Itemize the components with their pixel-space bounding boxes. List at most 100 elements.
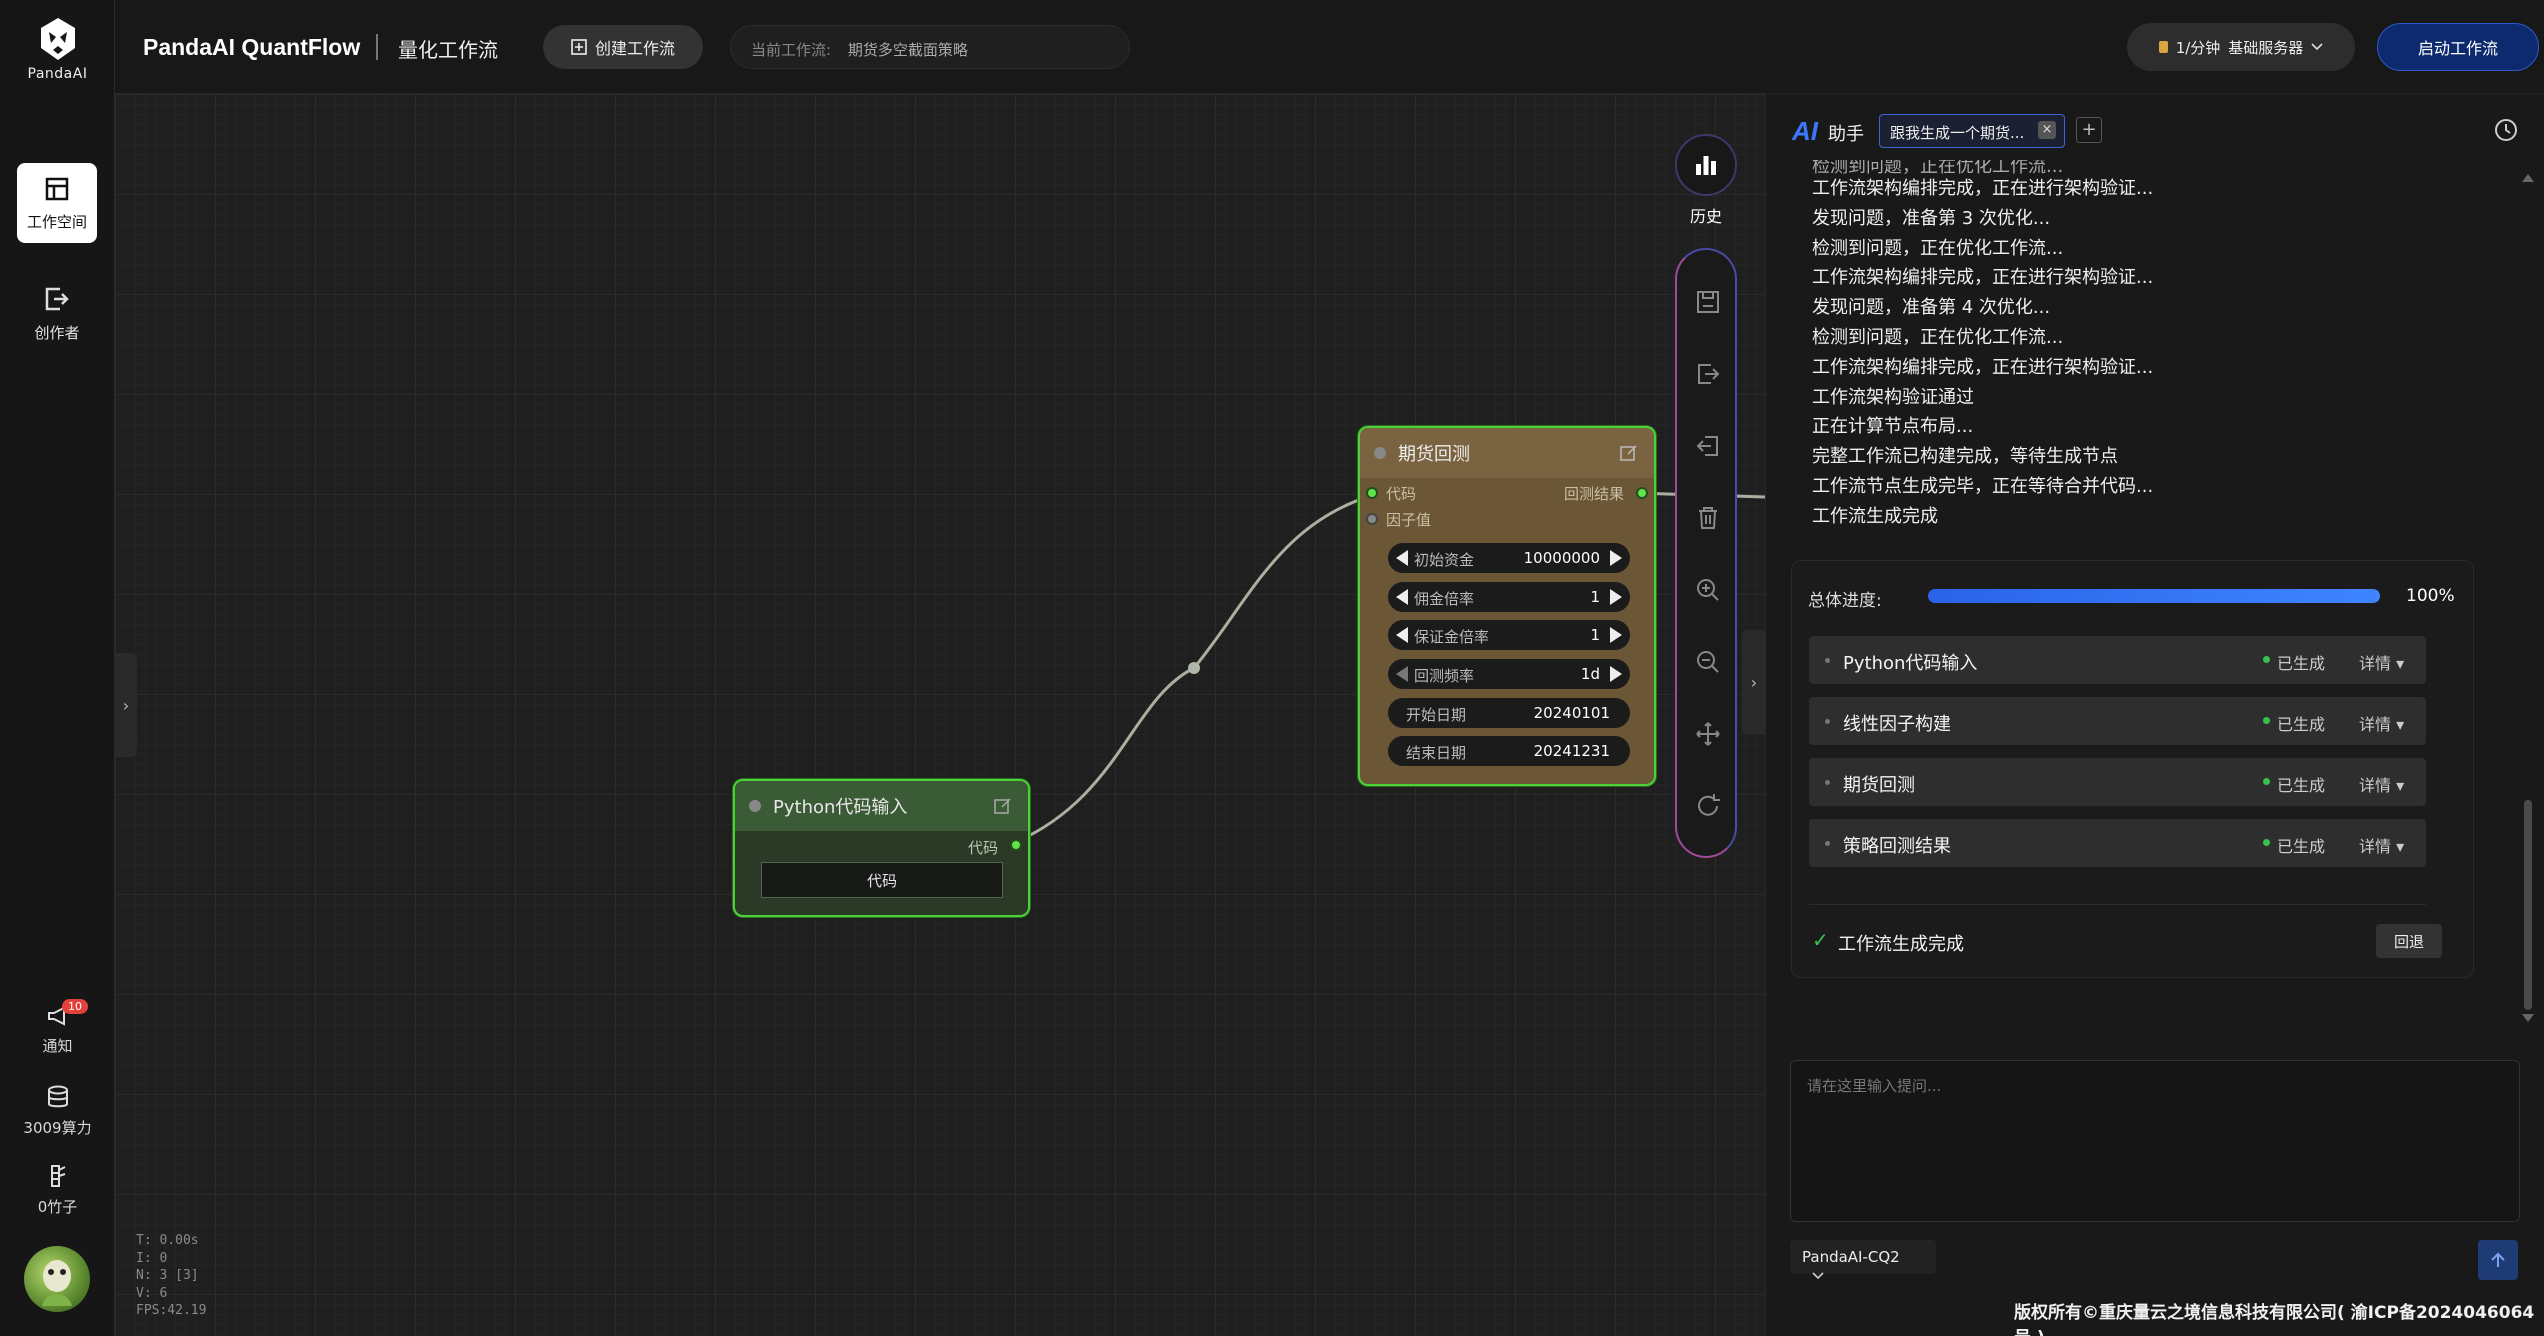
start-workflow-button[interactable]: 启动工作流 <box>2377 23 2539 71</box>
param-label: 佣金倍率 <box>1414 590 1475 608</box>
node-python-code-input[interactable]: Python代码输入 代码 代码 <box>733 779 1030 917</box>
progress-step[interactable]: Python代码输入 已生成 详情 ▾ <box>1809 636 2426 684</box>
log-line: 发现问题，准备第 3 次优化... <box>1812 207 2051 229</box>
history-label: 历史 <box>1689 207 1722 226</box>
node-futures-backtest[interactable]: 期货回测 代码 因子值 回测结果 初始资金 10000000 佣金倍率 1 保证… <box>1358 426 1656 786</box>
param-value: 1d <box>1580 665 1600 683</box>
chevron-down-icon <box>1812 1272 1824 1280</box>
ai-question-input[interactable] <box>1790 1060 2520 1222</box>
step-detail-toggle[interactable]: 详情 ▾ <box>2359 650 2404 674</box>
ai-logo: AI <box>1792 116 1818 146</box>
scrollbar-thumb[interactable] <box>2524 800 2532 1010</box>
step-name: 策略回测结果 <box>1843 836 1951 857</box>
model-name: PandaAI-CQ2 <box>1802 1248 1900 1266</box>
increment-arrow-icon[interactable] <box>1610 627 1622 643</box>
node-header[interactable]: Python代码输入 <box>735 781 1028 831</box>
progress-step[interactable]: 期货回测 已生成 详情 ▾ <box>1809 758 2426 806</box>
stat-time: T: 0.00s <box>136 1233 199 1248</box>
input-label-code: 代码 <box>1386 485 1417 503</box>
refresh-icon[interactable] <box>1694 792 1722 820</box>
edge-midpoint-handle[interactable] <box>1188 662 1200 674</box>
save-icon[interactable] <box>1694 288 1722 316</box>
input-port-code[interactable] <box>1366 487 1378 499</box>
increment-arrow-icon[interactable] <box>1610 589 1622 605</box>
param-initial-capital[interactable]: 初始资金 10000000 <box>1388 543 1630 573</box>
scroll-up-icon[interactable] <box>2522 174 2534 182</box>
log-line: 工作流节点生成完毕，正在等待合并代码... <box>1812 475 2154 497</box>
param-label: 结束日期 <box>1406 744 1467 762</box>
log-line: 工作流架构验证通过 <box>1812 386 1974 408</box>
right-panel-toggle[interactable]: › <box>1742 630 1766 734</box>
arrow-up-icon <box>2491 1252 2505 1267</box>
clock-history-icon[interactable] <box>2494 118 2518 142</box>
progress-divider <box>1809 904 2426 905</box>
param-end-date[interactable]: 结束日期 20241231 <box>1388 736 1630 766</box>
add-tab-button[interactable]: + <box>2076 117 2102 143</box>
close-icon[interactable]: × <box>2038 121 2056 139</box>
decrement-arrow-icon[interactable] <box>1396 627 1408 643</box>
zoom-in-icon[interactable] <box>1694 576 1722 604</box>
param-margin-multiplier[interactable]: 保证金倍率 1 <box>1388 620 1630 650</box>
step-detail-toggle[interactable]: 详情 ▾ <box>2359 833 2404 857</box>
decrement-arrow-icon[interactable] <box>1396 589 1408 605</box>
stat-v: V: 6 <box>136 1285 168 1301</box>
app-root: PandaAI 工作空间 创作者 10 通知 3009算力 0竹子 PandaA… <box>0 0 2544 1336</box>
copyright-footer: 版权所有©重庆量云之境信息科技有限公司( 渝ICP备2024046064号 ) <box>2014 1303 2535 1336</box>
param-commission-multiplier[interactable]: 佣金倍率 1 <box>1388 582 1630 612</box>
decrement-arrow-icon[interactable] <box>1396 666 1408 682</box>
param-backtest-frequency[interactable]: 回测频率 1d <box>1388 659 1630 689</box>
scroll-down-icon[interactable] <box>2522 1014 2534 1022</box>
increment-arrow-icon[interactable] <box>1610 550 1622 566</box>
edit-icon[interactable] <box>1620 444 1638 462</box>
ai-chat-tab[interactable]: 跟我生成一个期货... × <box>1879 114 2065 148</box>
edit-icon[interactable] <box>994 797 1012 815</box>
increment-arrow-icon[interactable] <box>1610 666 1622 682</box>
param-value: 20241231 <box>1533 742 1610 760</box>
param-value: 1 <box>1590 626 1600 644</box>
chevron-right-icon: › <box>1750 672 1758 692</box>
server-name: 基础服务器 <box>2228 38 2304 57</box>
output-port[interactable] <box>1636 487 1648 499</box>
export-icon[interactable] <box>1694 360 1722 388</box>
progress-percent: 100% <box>2406 586 2455 606</box>
param-value: 1 <box>1590 588 1600 606</box>
step-bullet <box>1825 719 1830 724</box>
step-detail-toggle[interactable]: 详情 ▾ <box>2359 711 2404 735</box>
output-label: 代码 <box>967 839 998 857</box>
stat-i: I: 0 <box>136 1250 168 1266</box>
output-port[interactable] <box>1010 839 1022 851</box>
input-port-factor[interactable] <box>1366 513 1378 525</box>
log-line: 工作流架构编排完成，正在进行架构验证... <box>1812 267 2154 289</box>
code-button[interactable]: 代码 <box>761 862 1003 898</box>
log-line: 完整工作流已构建完成，等待生成节点 <box>1812 446 2118 468</box>
param-start-date[interactable]: 开始日期 20240101 <box>1388 698 1630 728</box>
progress-bar <box>1928 589 2380 603</box>
output-label: 回测结果 <box>1563 485 1624 503</box>
step-bullet <box>1825 841 1830 846</box>
server-selector[interactable]: 1/分钟 基础服务器 <box>2127 23 2355 71</box>
node-header[interactable]: 期货回测 <box>1360 428 1654 478</box>
history-button[interactable] <box>1675 134 1737 196</box>
log-line: 正在计算节点布局... <box>1812 416 1974 438</box>
move-icon[interactable] <box>1694 720 1722 748</box>
send-button[interactable] <box>2478 1240 2518 1280</box>
trash-icon[interactable] <box>1694 504 1722 532</box>
progress-step[interactable]: 策略回测结果 已生成 详情 ▾ <box>1809 819 2426 867</box>
step-status: 已生成 <box>2262 772 2325 796</box>
zoom-out-icon[interactable] <box>1694 648 1722 676</box>
import-icon[interactable] <box>1694 432 1722 460</box>
log-line: 检测到问题，正在优化工作流... <box>1812 160 2064 174</box>
progress-step[interactable]: 线性因子构建 已生成 详情 ▾ <box>1809 697 2426 745</box>
decrement-arrow-icon[interactable] <box>1396 550 1408 566</box>
rollback-button[interactable]: 回退 <box>2376 924 2442 958</box>
node-status-dot <box>749 800 761 812</box>
progress-bar-fill <box>1928 589 2380 603</box>
log-line: 检测到问题，正在优化工作流... <box>1812 237 2064 259</box>
node-title: Python代码输入 <box>773 797 908 818</box>
model-selector[interactable]: PandaAI-CQ2 <box>1790 1240 1936 1280</box>
param-label: 开始日期 <box>1406 706 1467 724</box>
node-title: 期货回测 <box>1398 444 1470 465</box>
server-rate: 1/分钟 <box>2175 38 2221 57</box>
step-detail-toggle[interactable]: 详情 ▾ <box>2359 772 2404 796</box>
check-icon: ✓ <box>1812 928 1829 952</box>
